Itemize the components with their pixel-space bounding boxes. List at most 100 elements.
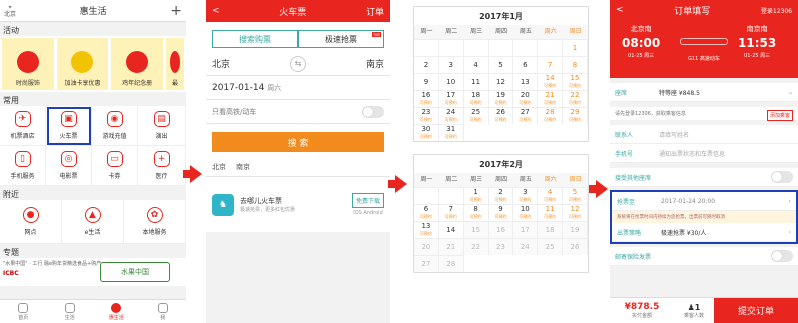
back-button[interactable]: < <box>616 5 624 15</box>
activity-card[interactable]: 加油卡享优惠 <box>56 38 109 90</box>
service-coupon[interactable]: ▭ 卡券 <box>92 146 138 186</box>
submit-order-button[interactable]: 提交订单 <box>714 298 798 323</box>
contact-input[interactable]: 请填写姓名 <box>659 130 793 139</box>
calendar-day[interactable]: 1 可预约 <box>463 187 489 204</box>
calendar-day[interactable]: 4 可预约 <box>538 187 564 204</box>
calendar-day[interactable]: 13 可预约 <box>414 221 439 238</box>
total-price: ¥878.5 实付金额 <box>624 302 660 319</box>
service-flight-hotel[interactable]: ✈ 机票酒店 <box>0 106 46 146</box>
tab-hui-life[interactable]: 惠生活 <box>93 300 140 323</box>
tab-life[interactable]: 生活 <box>47 300 94 323</box>
weekday: 周六 <box>267 83 282 92</box>
calendar-day[interactable]: 2 可预约 <box>488 187 514 204</box>
hot-badge: hot <box>372 32 381 37</box>
activity-card[interactable]: 鸡年纪念册 <box>111 38 163 90</box>
rooster-icon <box>126 51 149 73</box>
service-train-ticket[interactable]: ▣ 火车票 <box>46 106 92 146</box>
calendar-day[interactable]: 20 可预约 <box>513 90 539 107</box>
calendar-day[interactable]: 19 可预约 <box>488 90 514 107</box>
service-show[interactable]: ▤ 演出 <box>138 106 186 146</box>
calendar-day[interactable]: 14 可预约 <box>538 73 564 90</box>
nearby-branch[interactable]: ● 网点 <box>0 200 62 244</box>
calendar-day[interactable]: 25 可预约 <box>463 107 489 124</box>
login-link[interactable]: 登录12306 <box>761 6 792 15</box>
bookable-label: 可预约 <box>544 100 557 105</box>
back-button[interactable]: < <box>212 6 220 16</box>
calendar-day[interactable]: 17 可预约 <box>438 90 464 107</box>
tab-me[interactable]: 我 <box>140 300 187 323</box>
flow-arrow <box>183 165 202 183</box>
calendar-day[interactable]: 6 可预约 <box>414 204 439 221</box>
calendar-day[interactable]: 11 可预约 <box>538 204 564 221</box>
calendar-day[interactable]: 27 可预约 <box>513 107 539 124</box>
calendar-day[interactable]: 21 可预约 <box>538 90 564 107</box>
train-icon: ▣ <box>60 111 77 127</box>
bookable-label: 可预约 <box>419 100 432 105</box>
calendar-day: 25 <box>538 238 564 255</box>
grab-strategy-row[interactable]: 出票策略 极速抢票 ¥30/人 › <box>612 223 796 242</box>
calendar-day: 9 <box>414 73 439 90</box>
service-game-topup[interactable]: ◉ 游戏充值 <box>92 106 138 146</box>
calendar-day[interactable]: 9 可预约 <box>488 204 514 221</box>
calendar-day[interactable]: 18 可预约 <box>463 90 489 107</box>
bookable-label: 可预约 <box>494 197 507 202</box>
calendar-day: 13 <box>513 73 539 90</box>
month-title: 2017年2月 <box>479 159 523 169</box>
orders-link[interactable]: 订单 <box>366 5 384 18</box>
phone-input[interactable]: 通知出票状态和车票信息 <box>659 149 793 158</box>
grab-deadline-row[interactable]: 抢票至 2017-01-24 20:00 › <box>612 192 796 211</box>
nearby-local-service[interactable]: ✿ 本地服务 <box>124 200 186 244</box>
bookable-label: 可预约 <box>469 117 482 122</box>
service-movie[interactable]: ◎ 电影票 <box>46 146 92 186</box>
calendar-day[interactable]: 26 可预约 <box>488 107 514 124</box>
swap-icon[interactable]: ⇆ <box>290 55 306 72</box>
bookable-label: 可预约 <box>444 214 457 219</box>
calendar-day[interactable]: 28 可预约 <box>538 107 564 124</box>
plus-icon[interactable]: + <box>170 4 182 18</box>
grab-options-box: 抢票至 2017-01-24 20:00 › 系统将在抢票时间内持续为您抢票，出… <box>610 190 798 244</box>
location-button[interactable]: ⌖ 北京 <box>4 4 16 18</box>
calendar-day[interactable]: 29 可预约 <box>563 107 588 124</box>
date-row[interactable]: 2017-01-14 周六 <box>206 76 390 100</box>
promo-banner[interactable]: "水果中国" · 工行 融e购年货精选食品+购产 ICBC 水果中国 <box>0 258 186 286</box>
calendar-day[interactable]: 16 可预约 <box>414 90 439 107</box>
from-station[interactable]: 北京 <box>212 57 230 70</box>
calendar-day[interactable]: 30 可预约 <box>414 124 439 141</box>
phone-row[interactable]: 手机号 通知出票状态和车票信息 <box>610 144 798 163</box>
nearby-elife[interactable]: ▲ e生活 <box>62 200 124 244</box>
contact-row[interactable]: 联系人 请填写姓名 <box>610 125 798 144</box>
calendar-day[interactable]: 8 可预约 <box>463 204 489 221</box>
calendar-day: 15 <box>463 221 489 238</box>
week-header: 周一 周二 周三 周四 周五 周六 周日 <box>414 25 588 39</box>
search-history[interactable]: 北京 南京 <box>206 158 390 177</box>
title-bar: < 火车票 订单 <box>206 0 390 22</box>
to-station[interactable]: 南京 <box>366 57 384 70</box>
calendar-day[interactable]: 5 可预约 <box>563 187 588 204</box>
add-passenger-button[interactable]: 添加乘客 <box>766 110 793 121</box>
high-speed-toggle[interactable] <box>362 105 384 118</box>
life-home-screen: ⌖ 北京 惠生活 + 活动 时尚服饰 加油卡享优惠 鸡年纪念册 最 常用 ✈ 机票… <box>0 0 186 323</box>
arrival-time: 11:53 <box>738 36 777 50</box>
calendar-day[interactable]: 7 可预约 <box>438 204 464 221</box>
tab-home[interactable]: 首页 <box>0 300 47 323</box>
seat-row[interactable]: 座席 特等座 ¥848.5 ⌄ <box>610 83 798 102</box>
calendar-day[interactable]: 12 可预约 <box>563 204 588 221</box>
service-mobile[interactable]: ▯ 手机服务 <box>0 146 46 186</box>
calendar-day[interactable]: 31 可预约 <box>438 124 464 141</box>
search-button[interactable]: 搜 索 <box>212 132 384 152</box>
accept-other-seat-toggle[interactable] <box>771 171 793 183</box>
activity-card[interactable]: 最 <box>165 38 184 90</box>
tab-search-buy[interactable]: 搜索购票 <box>212 30 298 48</box>
service-medical[interactable]: + 医疗 <box>138 146 186 186</box>
activity-card[interactable]: 时尚服饰 <box>2 38 54 90</box>
calendar-day[interactable]: 15 可预约 <box>563 73 588 90</box>
calendar-day[interactable]: 22 可预约 <box>563 90 588 107</box>
calendar-day[interactable]: 10 可预约 <box>513 204 539 221</box>
qunar-banner[interactable]: ♞ 去哪儿火车票 极速抢票，更多红包优惠 免费下载 IOS Android <box>206 187 390 222</box>
tab-grab-ticket[interactable]: 极速抢票 hot <box>298 30 384 48</box>
calendar-day[interactable]: 3 可预约 <box>513 187 539 204</box>
calendar-day[interactable]: 23 可预约 <box>414 107 439 124</box>
calendar-day[interactable]: 24 可预约 <box>438 107 464 124</box>
insurance-toggle[interactable] <box>771 250 793 262</box>
download-button[interactable]: 免费下载 <box>351 193 384 208</box>
